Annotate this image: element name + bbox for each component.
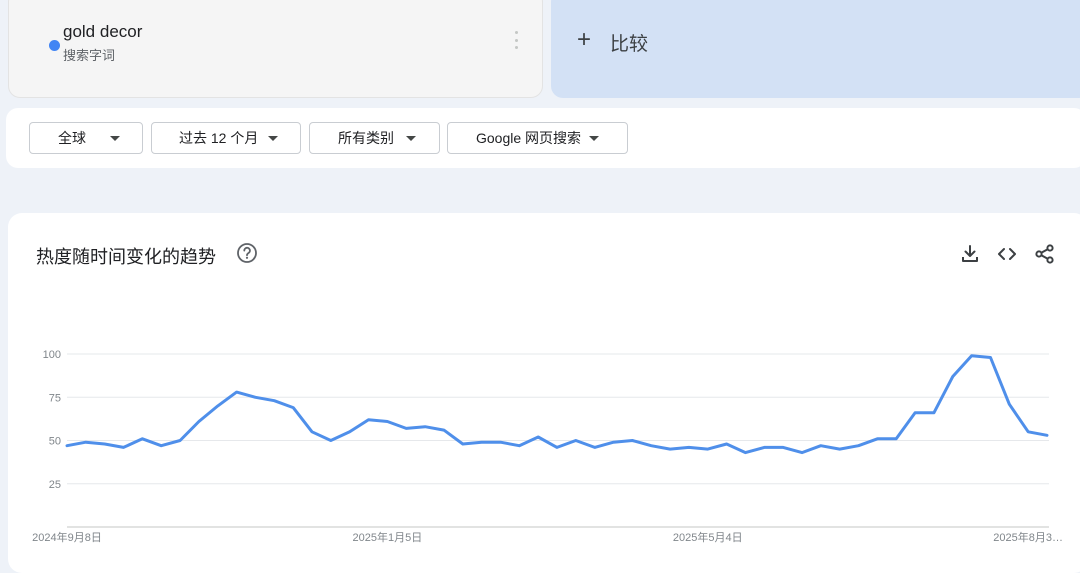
x-tick-label: 2024年9月8日 — [32, 530, 102, 544]
data-point[interactable] — [740, 448, 750, 458]
data-point[interactable] — [797, 448, 807, 458]
series-color-dot — [49, 40, 60, 51]
data-point[interactable] — [967, 351, 977, 361]
y-tick-label: 75 — [49, 392, 61, 404]
search-term-type: 搜索字词 — [63, 48, 116, 63]
data-point[interactable] — [571, 436, 581, 446]
data-point[interactable] — [81, 437, 91, 447]
time-filter[interactable]: 过去 12 个月 — [151, 122, 301, 154]
data-point[interactable] — [382, 416, 392, 426]
region-filter[interactable]: 全球 — [29, 122, 143, 154]
category-filter-label: 所有类别 — [338, 130, 394, 146]
data-point[interactable] — [250, 392, 260, 402]
data-point[interactable] — [684, 442, 694, 452]
data-point[interactable] — [552, 442, 562, 452]
data-point[interactable] — [326, 436, 336, 446]
more-vert-icon[interactable] — [513, 31, 519, 49]
y-tick-label: 100 — [43, 349, 61, 361]
region-filter-label: 全球 — [58, 130, 86, 146]
y-tick-label: 25 — [49, 479, 61, 491]
data-point[interactable] — [854, 441, 864, 451]
trend-line-chart: 25 50 75 100 2024年9月8日 2025年1月5日 2025年5月4日 2025… — [32, 349, 1063, 544]
data-point[interactable] — [910, 408, 920, 418]
chevron-down-icon — [110, 135, 120, 141]
data-point[interactable] — [1023, 427, 1033, 437]
plus-icon: + — [577, 26, 592, 53]
data-point[interactable] — [194, 416, 204, 426]
data-point[interactable] — [533, 432, 543, 442]
data-point[interactable] — [137, 434, 147, 444]
trend-chart-card: 热度随时间变化的趋势 25 50 75 100 2024年9月8日 2025年1月5日 20… — [8, 213, 1080, 573]
data-point[interactable] — [891, 434, 901, 444]
data-point[interactable] — [872, 434, 882, 444]
data-point[interactable] — [759, 442, 769, 452]
data-point[interactable] — [269, 396, 279, 406]
data-point[interactable] — [835, 444, 845, 454]
data-point[interactable] — [175, 436, 185, 446]
data-point[interactable] — [985, 352, 995, 362]
source-filter[interactable]: Google 网页搜索 — [447, 122, 628, 154]
filter-bar: 全球 过去 12 个月 所有类别 Google 网页搜索 — [6, 108, 1080, 168]
data-point[interactable] — [778, 442, 788, 452]
chevron-down-icon — [406, 135, 416, 141]
data-point[interactable] — [1004, 399, 1014, 409]
data-point[interactable] — [232, 387, 242, 397]
x-tick-label: 2025年8月3… — [993, 530, 1063, 544]
data-point[interactable] — [100, 439, 110, 449]
time-filter-label: 过去 12 个月 — [179, 130, 259, 146]
data-point[interactable] — [420, 422, 430, 432]
x-tick-label: 2025年5月4日 — [673, 530, 743, 544]
data-point[interactable] — [401, 423, 411, 433]
data-point[interactable] — [1042, 430, 1052, 440]
data-point[interactable] — [213, 401, 223, 411]
x-tick-label: 2025年1月5日 — [353, 530, 423, 544]
data-point[interactable] — [609, 437, 619, 447]
data-point[interactable] — [477, 437, 487, 447]
search-term-card[interactable]: gold decor 搜索字词 — [8, 0, 543, 98]
data-point[interactable] — [665, 444, 675, 454]
data-point[interactable] — [590, 442, 600, 452]
compare-card[interactable]: + 比较 — [551, 0, 1080, 98]
compare-label[interactable]: 比较 — [610, 29, 648, 56]
data-point[interactable] — [646, 441, 656, 451]
data-point[interactable] — [929, 408, 939, 418]
chevron-down-icon — [268, 135, 279, 141]
source-filter-label: Google 网页搜索 — [476, 130, 582, 146]
data-point[interactable] — [514, 441, 524, 451]
data-point[interactable] — [156, 441, 166, 451]
data-point[interactable] — [364, 415, 374, 425]
data-point[interactable] — [948, 371, 958, 381]
search-term-name[interactable]: gold decor — [63, 22, 142, 42]
data-point[interactable] — [439, 425, 449, 435]
chevron-down-icon — [589, 135, 600, 141]
category-filter[interactable]: 所有类别 — [309, 122, 440, 154]
data-point[interactable] — [495, 437, 505, 447]
data-point[interactable] — [119, 442, 129, 452]
data-point[interactable] — [62, 441, 72, 451]
data-point[interactable] — [816, 441, 826, 451]
data-point[interactable] — [703, 444, 713, 454]
y-tick-label: 50 — [49, 436, 61, 448]
data-point[interactable] — [307, 427, 317, 437]
data-point[interactable] — [627, 436, 637, 446]
data-point[interactable] — [722, 439, 732, 449]
data-point[interactable] — [345, 427, 355, 437]
data-point[interactable] — [288, 403, 298, 413]
data-point[interactable] — [458, 439, 468, 449]
